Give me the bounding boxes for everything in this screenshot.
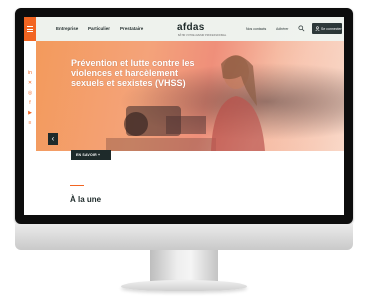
adherer-link[interactable]: Adhérer: [276, 27, 288, 31]
instagram-icon[interactable]: ◎: [27, 91, 33, 96]
linkedin-icon[interactable]: in: [27, 71, 33, 76]
nav-entreprise[interactable]: Entreprise: [56, 26, 78, 31]
youtube-icon[interactable]: ▶: [27, 111, 33, 116]
logo-tagline: BÂTIR VOTRE AVENIR PROFESSIONNEL: [178, 34, 227, 37]
search-icon[interactable]: [298, 25, 305, 32]
social-rail: in ✕ ◎ f ▶ ≡: [24, 41, 36, 151]
menu-bars-icon[interactable]: ≡: [27, 121, 33, 126]
learn-more-label: EN SAVOIR +: [76, 153, 101, 157]
learn-more-button[interactable]: EN SAVOIR +: [71, 150, 111, 160]
nav-prestataire[interactable]: Prestataire: [120, 26, 143, 31]
contacts-link[interactable]: Nos contacts: [246, 27, 266, 31]
section-divider: [70, 185, 84, 186]
menu-icon[interactable]: [24, 17, 36, 41]
browser-screen: Entreprise Particulier Prestataire afdas…: [24, 17, 344, 215]
user-icon: [315, 26, 320, 31]
woman-photo: [211, 55, 265, 151]
prev-slide-button[interactable]: ‹: [48, 133, 58, 145]
monitor-stand-base: [121, 280, 247, 291]
monitor-chin: [15, 224, 353, 250]
site-header: Entreprise Particulier Prestataire afdas…: [24, 17, 344, 42]
camera-image: [106, 106, 216, 151]
nav-particulier[interactable]: Particulier: [88, 26, 110, 31]
x-icon[interactable]: ✕: [27, 81, 33, 86]
login-label: Se connecter: [321, 27, 342, 31]
login-button[interactable]: Se connecter: [312, 23, 342, 34]
hero-banner: Prévention et lutte contre les violences…: [36, 41, 344, 151]
facebook-icon[interactable]: f: [27, 101, 33, 106]
afdas-logo[interactable]: afdas: [177, 22, 205, 33]
hero-title: Prévention et lutte contre les violences…: [71, 58, 195, 88]
monitor-stand-neck: [150, 250, 218, 283]
section-title: À la une: [70, 195, 102, 204]
